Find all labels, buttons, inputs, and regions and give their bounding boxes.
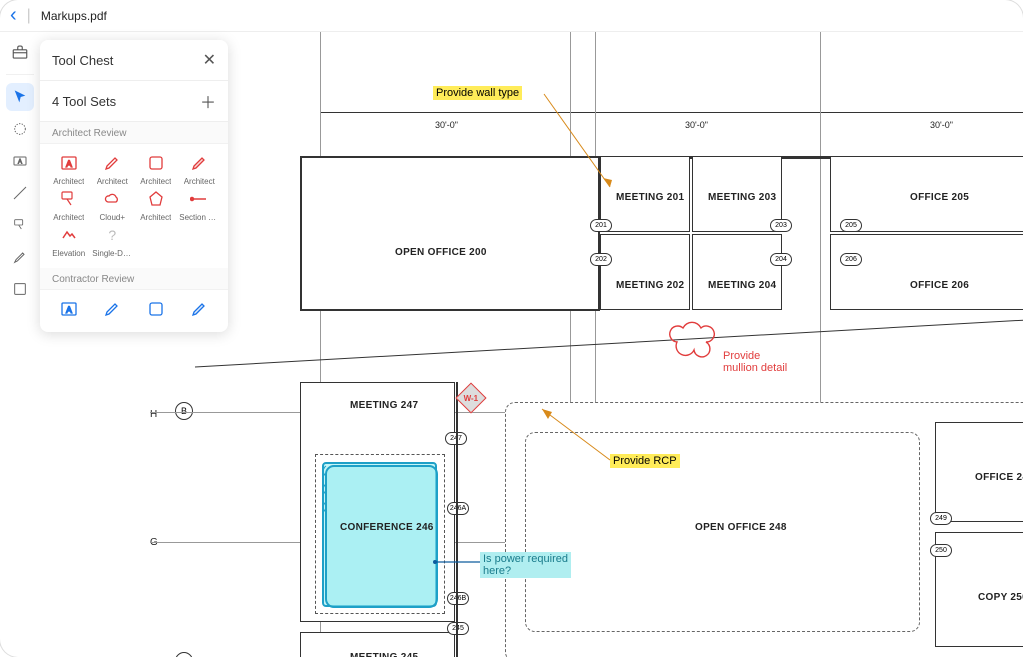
select-tool-icon[interactable]: [6, 83, 34, 111]
tool-architect-callout[interactable]: Architect: [48, 188, 90, 222]
textbox-tool-icon[interactable]: A: [6, 147, 34, 175]
tool-contractor-pen[interactable]: [92, 298, 134, 320]
tool-chest-panel: Tool Chest ✕ 4 Tool Sets ＋ Architect Rev…: [40, 40, 228, 332]
label-m245: MEETING 245: [350, 652, 418, 657]
tool-contractor-rect[interactable]: [135, 298, 177, 320]
svg-text:A: A: [18, 160, 22, 166]
label-m247: MEETING 247: [350, 400, 418, 411]
section-contractor-review[interactable]: Contractor Review: [40, 268, 228, 290]
shape-tool-icon[interactable]: [6, 275, 34, 303]
tool-architect-highlight[interactable]: Architect: [179, 152, 221, 186]
markup-cloud-rect[interactable]: [322, 462, 437, 607]
highlighter-tool-icon[interactable]: [6, 243, 34, 271]
close-icon[interactable]: ✕: [203, 50, 216, 70]
tool-contractor-textbox[interactable]: A: [48, 298, 90, 320]
tool-single-door[interactable]: ?Single-Do...: [92, 224, 134, 258]
door-tag-245: 245: [447, 622, 469, 635]
door-tag-246a: 246A: [447, 502, 469, 515]
tool-cloud-plus[interactable]: Cloud+: [92, 188, 134, 222]
svg-text:A: A: [66, 305, 72, 315]
pen-tool-icon[interactable]: [6, 179, 34, 207]
separator: |: [27, 7, 31, 25]
tool-elevation[interactable]: Elevation: [48, 224, 90, 258]
add-toolset-icon[interactable]: ＋: [200, 89, 216, 113]
label-conf246: CONFERENCE 246: [340, 522, 434, 533]
tool-architect-polygon[interactable]: Architect: [135, 188, 177, 222]
tool-section-detail[interactable]: Section D...: [179, 188, 221, 222]
callout-wall-type[interactable]: Provide wall type: [433, 86, 522, 100]
file-name: Markups.pdf: [41, 9, 107, 23]
callout-rcp[interactable]: Provide RCP: [610, 454, 680, 468]
callout-mullion[interactable]: Provide mullion detail: [720, 349, 790, 375]
door-tag-249: 249: [930, 512, 952, 525]
section-architect-review[interactable]: Architect Review: [40, 122, 228, 144]
panel-subtitle: 4 Tool Sets: [52, 94, 116, 109]
lasso-tool-icon[interactable]: [6, 115, 34, 143]
top-bar: ‹ | Markups.pdf: [0, 0, 1023, 32]
tool-architect-textbox[interactable]: AArchitect: [48, 152, 90, 186]
callout-tool-icon[interactable]: [6, 211, 34, 239]
tool-architect-rect[interactable]: Architect: [135, 152, 177, 186]
panel-title: Tool Chest: [52, 53, 113, 68]
back-icon[interactable]: ‹: [10, 4, 17, 27]
toolbox-icon[interactable]: [6, 38, 34, 66]
door-tag-250: 250: [930, 544, 952, 557]
svg-text:A: A: [66, 159, 72, 169]
label-o249: OFFICE 249: [975, 472, 1023, 483]
tool-architect-pen[interactable]: Architect: [92, 152, 134, 186]
callout-power[interactable]: Is power required here?: [480, 552, 571, 578]
door-tag-246b: 246B: [447, 592, 469, 605]
tool-contractor-highlight[interactable]: [179, 298, 221, 320]
toolbar-rail: A: [0, 32, 40, 657]
label-open248: OPEN OFFICE 248: [695, 522, 787, 533]
label-copy250: COPY 250: [978, 592, 1023, 603]
